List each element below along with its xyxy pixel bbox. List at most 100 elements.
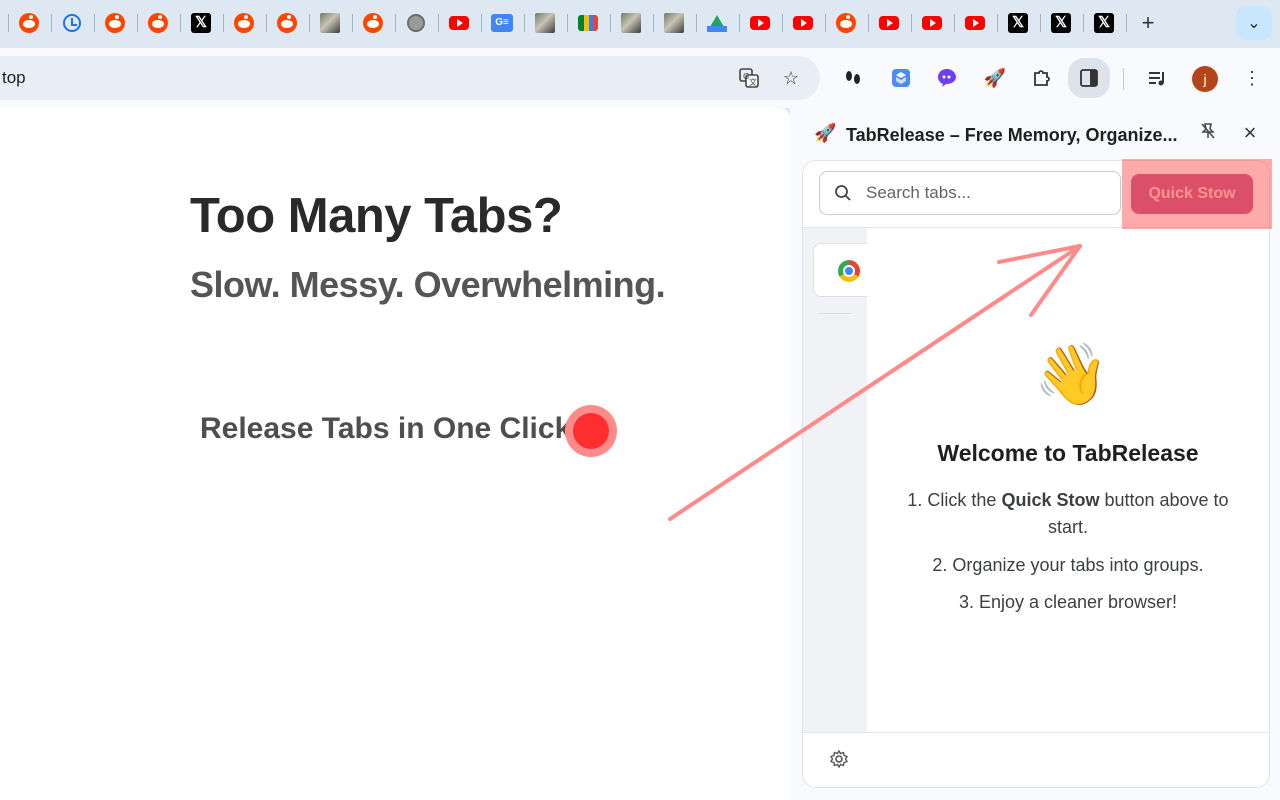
tab-separator (653, 14, 654, 32)
browser-tab[interactable] (660, 9, 688, 37)
browser-tab[interactable] (359, 9, 387, 37)
browser-tab[interactable]: G≡ (488, 9, 516, 37)
browser-tab[interactable] (101, 9, 129, 37)
tab-separator (223, 14, 224, 32)
step-2: 2. Organize your tabs into groups. (932, 555, 1204, 575)
chrome-icon (838, 260, 860, 282)
close-icon[interactable]: × (1238, 121, 1262, 145)
browser-tab[interactable] (617, 9, 645, 37)
youtube-icon (965, 16, 985, 30)
step-1-bold: Quick Stow (1001, 490, 1100, 510)
tab-separator (1126, 14, 1127, 32)
reddit-icon (105, 13, 125, 33)
tab-list-divider (819, 313, 851, 314)
tab-card[interactable] (813, 243, 873, 297)
browser-tab[interactable] (445, 9, 473, 37)
tab-separator (567, 14, 568, 32)
step-1: 1. Click the Quick Stow button above to … (898, 487, 1238, 541)
tab-separator (51, 14, 52, 32)
address-bar-text: top (2, 68, 26, 87)
translate-icon[interactable]: G文 (733, 62, 765, 94)
unpin-icon[interactable] (1196, 122, 1220, 146)
browser-tab[interactable] (402, 9, 430, 37)
google-drive-icon (707, 14, 727, 32)
reddit-icon (363, 13, 383, 33)
reddit-icon (19, 13, 39, 33)
tab-search-button[interactable]: ⌄ (1236, 6, 1272, 40)
browser-tab[interactable] (531, 9, 559, 37)
search-input[interactable] (866, 172, 1116, 214)
tab-separator (782, 14, 783, 32)
tab-separator (610, 14, 611, 32)
browser-tab[interactable] (875, 9, 903, 37)
browser-tab[interactable] (15, 9, 43, 37)
browser-tab[interactable] (230, 9, 258, 37)
browser-tab[interactable] (703, 9, 731, 37)
tab-separator (739, 14, 740, 32)
browser-tab[interactable]: 𝕏 (1090, 9, 1118, 37)
browser-tab[interactable] (574, 9, 602, 37)
tab-strip: 𝕏 G≡ 𝕏 𝕏 𝕏 + ⌄ (0, 0, 1280, 48)
tab-separator (266, 14, 267, 32)
tab-separator (997, 14, 998, 32)
more-menu-icon[interactable]: ⋮ (1236, 62, 1268, 94)
bookmark-star-icon[interactable]: ☆ (775, 62, 807, 94)
settings-gear-icon[interactable] (829, 749, 849, 769)
welcome-title: Welcome to TabRelease (937, 440, 1199, 466)
photo-icon (320, 13, 340, 33)
puzzle-extensions-icon[interactable] (1026, 62, 1058, 94)
tab-separator (1083, 14, 1084, 32)
address-bar[interactable]: top (0, 56, 820, 100)
browser-tab[interactable] (144, 9, 172, 37)
tab-list-column (803, 228, 867, 732)
tab-separator (1040, 14, 1041, 32)
youtube-icon (750, 16, 770, 30)
x-icon: 𝕏 (1008, 13, 1028, 33)
footprints-extension-icon[interactable] (837, 62, 869, 94)
toolbar: top G文 ☆ 🚀 ⋮ (0, 48, 1280, 108)
footer-divider (803, 732, 1269, 733)
media-control-icon[interactable] (1142, 62, 1174, 94)
photo-icon (621, 13, 641, 33)
google-meet-icon (578, 15, 598, 31)
quick-stow-button[interactable]: Quick Stow (1131, 174, 1253, 214)
browser-tab[interactable] (746, 9, 774, 37)
tab-separator (8, 14, 9, 32)
history-icon (63, 14, 81, 32)
google-news-icon: G≡ (491, 14, 513, 32)
tab-separator (524, 14, 525, 32)
browser-tab[interactable] (316, 9, 344, 37)
browser-tab[interactable] (789, 9, 817, 37)
globe-icon (407, 14, 425, 32)
search-box[interactable] (819, 171, 1121, 215)
page-headline: Too Many Tabs? (190, 189, 563, 243)
side-panel-button[interactable] (1068, 58, 1110, 98)
reddit-icon (234, 13, 254, 33)
browser-tab[interactable] (273, 9, 301, 37)
tab-separator (481, 14, 482, 32)
browser-tab[interactable]: 𝕏 (1004, 9, 1032, 37)
browser-tab[interactable] (918, 9, 946, 37)
browser-tab[interactable] (58, 9, 86, 37)
tab-separator (94, 14, 95, 32)
tab-separator (352, 14, 353, 32)
svg-text:文: 文 (749, 77, 757, 87)
box-extension-icon[interactable] (885, 62, 917, 94)
browser-tab[interactable]: 𝕏 (187, 9, 215, 37)
profile-avatar[interactable]: j (1192, 66, 1218, 92)
reddit-icon (836, 13, 856, 33)
chat-extension-icon[interactable] (931, 62, 963, 94)
tab-separator (868, 14, 869, 32)
browser-tab[interactable] (961, 9, 989, 37)
step-3: 3. Enjoy a cleaner browser! (958, 592, 1178, 612)
rocket-extension-icon[interactable]: 🚀 (979, 62, 1011, 94)
tab-separator (137, 14, 138, 32)
x-icon: 𝕏 (1094, 13, 1114, 33)
new-tab-button[interactable]: + (1134, 9, 1162, 37)
tab-separator (911, 14, 912, 32)
search-icon (835, 185, 851, 201)
youtube-icon (793, 16, 813, 30)
browser-tab[interactable]: 𝕏 (1047, 9, 1075, 37)
waving-hand-emoji: 👋 (1034, 341, 1109, 408)
browser-tab[interactable] (832, 9, 860, 37)
